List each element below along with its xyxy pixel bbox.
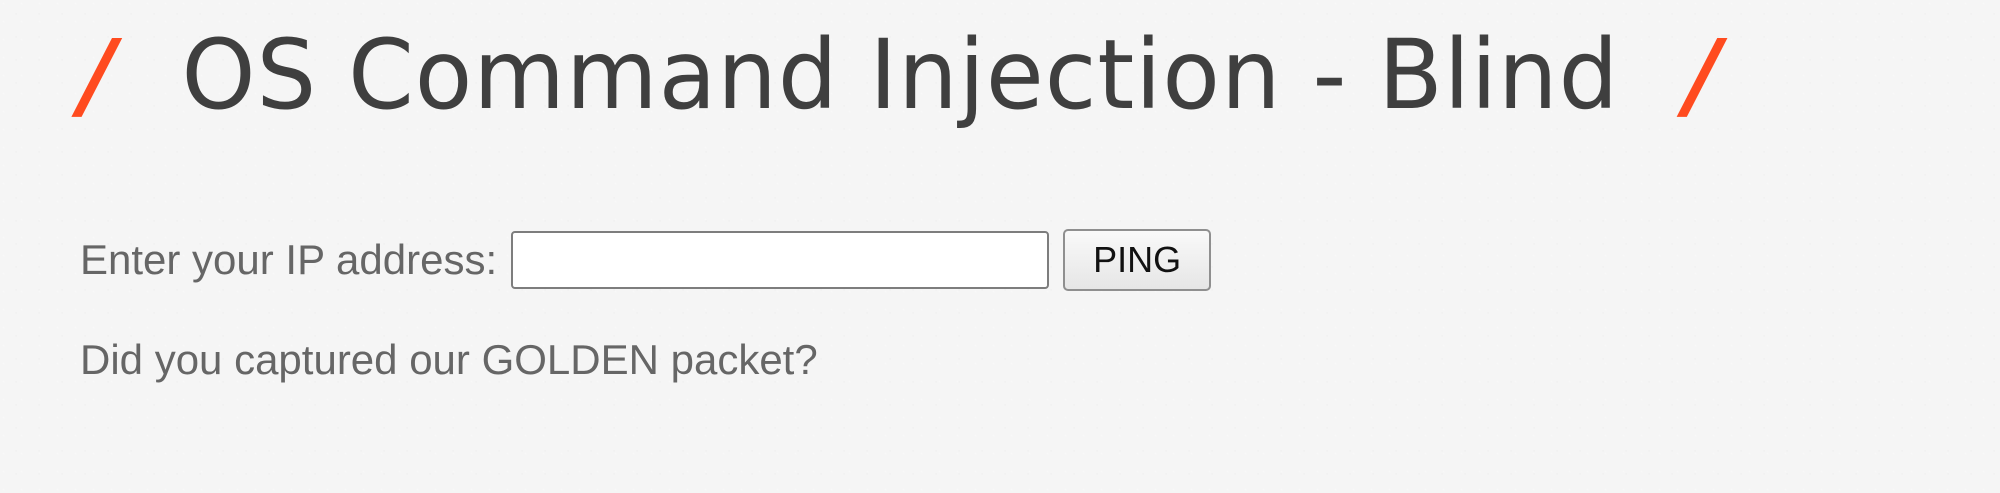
ip-address-input[interactable] bbox=[511, 231, 1050, 289]
ip-address-label: Enter your IP address: bbox=[80, 236, 498, 283]
page-title: / OS Command Injection - Blind / bbox=[68, 18, 1732, 133]
title-left-slash: / bbox=[68, 19, 128, 131]
ip-form: Enter your IP address: PING bbox=[80, 228, 1212, 292]
page: / OS Command Injection - Blind / Enter y… bbox=[0, 0, 2000, 493]
ping-button[interactable]: PING bbox=[1063, 229, 1212, 291]
title-text: OS Command Injection - Blind bbox=[181, 19, 1620, 131]
golden-packet-message: Did you captured our GOLDEN packet? bbox=[80, 336, 818, 383]
title-right-slash: / bbox=[1673, 19, 1733, 131]
